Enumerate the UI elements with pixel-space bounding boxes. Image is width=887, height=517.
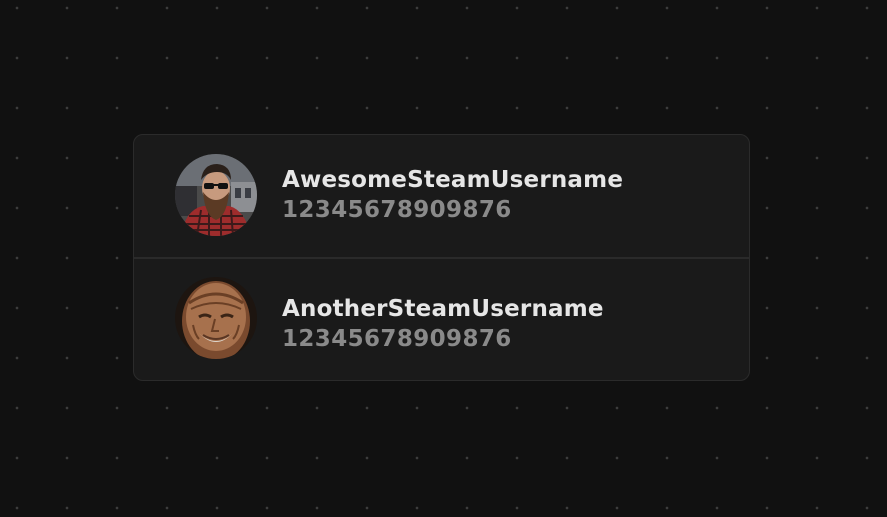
steam-id: 12345678909876 — [282, 197, 512, 223]
account-row[interactable]: AwesomeSteamUsername 12345678909876 — [134, 135, 749, 257]
username: AwesomeSteamUsername — [282, 167, 624, 193]
steam-id: 12345678909876 — [282, 326, 512, 352]
avatar — [175, 277, 257, 359]
account-info: AnotherSteamUsername 12345678909876 — [282, 294, 604, 354]
account-row[interactable]: AnotherSteamUsername 12345678909876 — [134, 257, 749, 380]
username: AnotherSteamUsername — [282, 296, 604, 322]
account-list: AwesomeSteamUsername 12345678909876 Anot… — [133, 134, 750, 381]
avatar — [175, 154, 257, 236]
account-info: AwesomeSteamUsername 12345678909876 — [282, 165, 623, 225]
